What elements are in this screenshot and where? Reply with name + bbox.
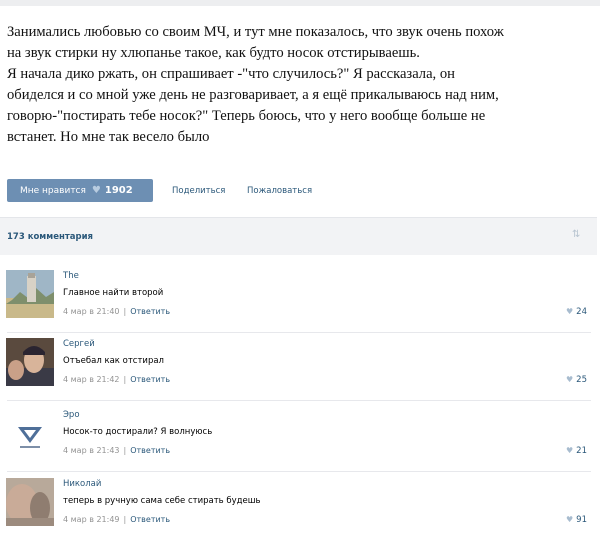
reply-link[interactable]: Ответить bbox=[130, 446, 170, 455]
post-line: на звук стирки ну хлюпанье такое, как бу… bbox=[7, 45, 420, 61]
comment-date[interactable]: 4 мар в 21:43 bbox=[63, 446, 120, 455]
comment-item: The Главное найти второй 4 мар в 21:40 | О… bbox=[0, 265, 597, 333]
heart-icon: ♥ bbox=[566, 307, 574, 316]
comment-like-count: 25 bbox=[576, 375, 587, 385]
avatar[interactable] bbox=[6, 338, 54, 386]
comment-like-count: 24 bbox=[576, 307, 587, 317]
comment-meta: 4 мар в 21:40 | Ответить bbox=[63, 307, 171, 316]
heart-icon: ♥ bbox=[566, 446, 574, 455]
comments-count[interactable]: 173 комментария bbox=[7, 232, 93, 242]
comment-date[interactable]: 4 мар в 21:42 bbox=[63, 375, 120, 384]
like-button[interactable]: Мне нравится ♥ 1902 bbox=[7, 179, 153, 202]
avatar[interactable] bbox=[6, 270, 54, 318]
reply-link[interactable]: Ответить bbox=[130, 375, 170, 384]
post-line: говорю-"постирать тебе носок?" Теперь бо… bbox=[7, 108, 486, 124]
comment-meta: 4 мар в 21:49 | Ответить bbox=[63, 515, 171, 524]
comment-text: Отъебал как отстирал bbox=[63, 356, 164, 366]
post-line: Я начала дико ржать, он спрашивает -"что… bbox=[7, 66, 455, 82]
comment-author[interactable]: Эро bbox=[63, 410, 80, 420]
post-line: встанет. Но мне так весело было bbox=[7, 129, 210, 145]
share-link[interactable]: Поделиться bbox=[172, 186, 225, 196]
comment-likes[interactable]: ♥ 24 bbox=[566, 307, 587, 317]
comment-author[interactable]: Николай bbox=[63, 479, 101, 489]
comment-likes[interactable]: ♥ 91 bbox=[566, 515, 587, 525]
heart-icon: ♥ bbox=[566, 515, 574, 524]
comment-like-count: 91 bbox=[576, 515, 587, 525]
avatar[interactable] bbox=[6, 409, 54, 457]
comment-text: Носок-то достирали? Я волнуюсь bbox=[63, 427, 213, 437]
reply-link[interactable]: Ответить bbox=[130, 515, 170, 524]
like-label: Мне нравится bbox=[20, 185, 86, 196]
comment-date[interactable]: 4 мар в 21:49 bbox=[63, 515, 120, 524]
comment-likes[interactable]: ♥ 25 bbox=[566, 375, 587, 385]
divider bbox=[7, 400, 591, 401]
comment-likes[interactable]: ♥ 21 bbox=[566, 446, 587, 456]
divider bbox=[7, 471, 591, 472]
post-line: обиделся и со мной уже день не разговари… bbox=[7, 87, 499, 103]
comment-item: Сергей Отъебал как отстирал 4 мар в 21:4… bbox=[0, 333, 597, 401]
post-line: Занимались любовью со своим МЧ, и тут мн… bbox=[7, 24, 504, 40]
post-text: Занимались любовью со своим МЧ, и тут мн… bbox=[7, 22, 597, 148]
top-strip bbox=[0, 0, 600, 6]
reply-link[interactable]: Ответить bbox=[130, 307, 170, 316]
comment-meta: 4 мар в 21:43 | Ответить bbox=[63, 446, 171, 455]
comment-meta: 4 мар в 21:42 | Ответить bbox=[63, 375, 171, 384]
comment-item: Николай теперь в ручную сама себе стират… bbox=[0, 473, 597, 540]
comments-header: 173 комментария ⇅ bbox=[0, 217, 597, 255]
comment-author[interactable]: Сергей bbox=[63, 339, 95, 349]
comment-item: Эро Носок-то достирали? Я волнуюсь 4 мар… bbox=[0, 404, 597, 472]
comment-text: теперь в ручную сама себе стирать будешь bbox=[63, 496, 261, 506]
sort-icon[interactable]: ⇅ bbox=[572, 229, 580, 240]
heart-icon: ♥ bbox=[566, 375, 574, 384]
heart-icon: ♥ bbox=[91, 185, 101, 196]
comment-text: Главное найти второй bbox=[63, 288, 164, 298]
comment-author[interactable]: The bbox=[63, 271, 79, 281]
report-link[interactable]: Пожаловаться bbox=[247, 186, 312, 196]
comment-like-count: 21 bbox=[576, 446, 587, 456]
avatar[interactable] bbox=[6, 478, 54, 526]
comment-date[interactable]: 4 мар в 21:40 bbox=[63, 307, 120, 316]
like-count: 1902 bbox=[104, 185, 133, 196]
